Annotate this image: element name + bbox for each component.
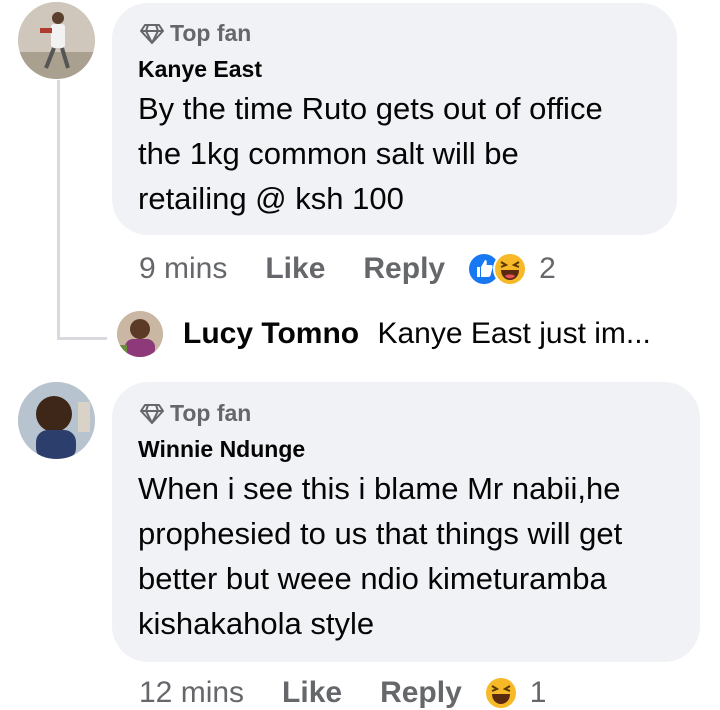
avatar[interactable] — [18, 2, 95, 79]
avatar[interactable] — [117, 311, 163, 357]
reaction-count: 1 — [529, 676, 547, 709]
reply-preview[interactable]: Lucy Tomno Kanye East just im... — [183, 317, 651, 351]
diamond-icon — [140, 23, 164, 44]
reply-button[interactable]: Reply — [363, 252, 445, 286]
comment-time[interactable]: 12 mins — [139, 676, 244, 710]
reply-text: Kanye East just im... — [377, 317, 651, 350]
comment-author[interactable]: Winnie Ndunge — [138, 436, 305, 463]
comment-text-line: kishakahola style — [138, 606, 375, 641]
haha-icon — [493, 252, 528, 286]
top-fan-badge: Top fan — [140, 20, 251, 47]
badge-label: Top fan — [170, 400, 252, 426]
avatar-photo — [18, 2, 95, 79]
avatar-photo — [18, 382, 95, 459]
reaction-summary[interactable]: 2 — [467, 252, 556, 286]
like-button[interactable]: Like — [282, 676, 342, 710]
comment-text-line: By the time Ruto gets out of office — [138, 91, 603, 126]
reaction-summary[interactable]: 1 — [483, 676, 547, 710]
comment-text-line: prophesied to us that things will get — [138, 516, 623, 551]
comment-actions: 9 mins Like Reply 2 — [139, 252, 556, 286]
thread-line-horizontal — [57, 337, 107, 340]
comment-author[interactable]: Kanye East — [138, 56, 262, 83]
comment-text-line: When i see this i blame Mr nabii,he — [138, 471, 621, 506]
like-button[interactable]: Like — [265, 252, 325, 286]
reply-author[interactable]: Lucy Tomno — [183, 317, 359, 350]
comment-actions: 12 mins Like Reply 1 — [139, 676, 546, 710]
avatar[interactable] — [18, 382, 95, 459]
avatar-photo — [117, 311, 163, 357]
badge-label: Top fan — [170, 20, 252, 46]
thread-line-vertical — [57, 80, 60, 340]
comment-time[interactable]: 9 mins — [139, 252, 227, 286]
haha-icon — [483, 676, 518, 710]
diamond-icon — [140, 403, 164, 424]
comment-text-line: retailing @ ksh 100 — [138, 181, 404, 216]
reaction-count: 2 — [539, 252, 556, 285]
comment-text-line: the 1kg common salt will be — [138, 136, 519, 171]
reply-button[interactable]: Reply — [380, 676, 462, 710]
comment-text-line: better but weee ndio kimeturamba — [138, 561, 607, 596]
top-fan-badge: Top fan — [140, 400, 251, 427]
